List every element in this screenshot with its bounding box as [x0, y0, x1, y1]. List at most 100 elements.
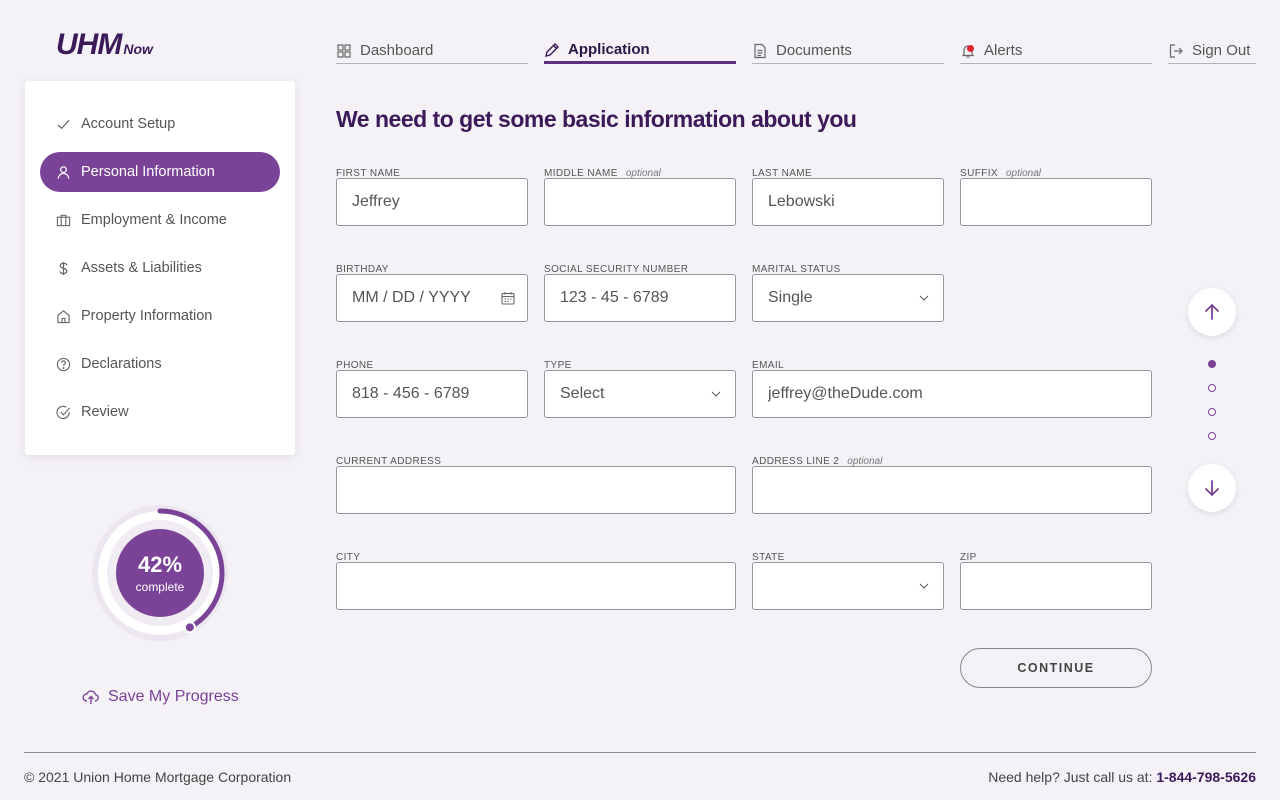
sidebar-item-property-information[interactable]: Property Information — [40, 296, 280, 336]
email-input[interactable]: jeffrey@theDude.com — [752, 370, 1152, 418]
ssn-label-text: SOCIAL SECURITY NUMBER — [544, 263, 689, 275]
question-circle-icon — [56, 357, 71, 371]
ssn-input[interactable]: 123 - 45 - 6789 — [544, 274, 736, 322]
first-name-value: Jeffrey — [352, 193, 400, 210]
optional-tag: optional — [847, 455, 883, 467]
address-line2-input[interactable] — [752, 466, 1152, 514]
sidebar-item-employment-income[interactable]: Employment & Income — [40, 200, 280, 240]
ssn-field: SOCIAL SECURITY NUMBER 123 - 45 - 6789 — [544, 262, 736, 328]
section-dot-2[interactable] — [1208, 384, 1216, 392]
current-address-field: CURRENT ADDRESS — [336, 454, 736, 520]
sidebar-item-label: Account Setup — [81, 116, 176, 132]
first-name-label-text: FIRST NAME — [336, 167, 401, 179]
calendar-icon[interactable] — [501, 291, 515, 305]
continue-button[interactable]: CONTINUE — [960, 648, 1152, 688]
save-progress-label: Save My Progress — [108, 688, 239, 705]
address-line2-label-text: ADDRESS LINE 2 — [752, 455, 840, 467]
birthday-field: BIRTHDAY MM / DD / YYYY — [336, 262, 528, 328]
arrow-up-icon — [1205, 303, 1219, 320]
page-title: We need to get some basic information ab… — [336, 106, 857, 132]
phone-type-field: TYPE Select — [544, 358, 736, 424]
sidebar-item-label: Personal Information — [81, 164, 215, 180]
state-field: STATE — [752, 550, 944, 616]
nav-dashboard-label: Dashboard — [360, 42, 434, 59]
logo-main: UHM — [56, 28, 122, 61]
email-value: jeffrey@theDude.com — [768, 385, 923, 402]
section-dot-4[interactable] — [1208, 432, 1216, 440]
sidebar-item-review[interactable]: Review — [40, 392, 280, 432]
house-icon — [57, 309, 70, 323]
suffix-input[interactable] — [960, 178, 1152, 226]
city-label-text: CITY — [336, 551, 361, 563]
sidebar-item-label: Assets & Liabilities — [81, 260, 202, 276]
sidebar-item-label: Declarations — [81, 356, 162, 372]
nav-dashboard[interactable]: Dashboard — [336, 38, 528, 64]
sidebar-item-label: Review — [81, 404, 129, 420]
phone-input[interactable]: 818 - 456 - 6789 — [336, 370, 528, 418]
optional-tag: optional — [625, 167, 661, 179]
logo-sub: Now — [123, 41, 153, 57]
sidebar-item-label: Property Information — [81, 308, 213, 324]
sidebar-item-label: Employment & Income — [81, 212, 227, 228]
footer-help-text: Need help? Just call us at: — [988, 769, 1153, 785]
section-dot-1[interactable] — [1208, 360, 1216, 368]
zip-label-text: ZIP — [960, 551, 977, 563]
middle-name-input[interactable] — [544, 178, 736, 226]
chevron-down-icon — [919, 295, 929, 301]
last-name-label-text: LAST NAME — [752, 167, 813, 179]
check-circle-icon — [56, 405, 71, 419]
uhm-now-logo[interactable]: UHM Now — [56, 28, 153, 62]
sidebar-item-declarations[interactable]: Declarations — [40, 344, 280, 384]
alert-badge-dot — [967, 44, 974, 52]
nav-application-label: Application — [568, 41, 650, 58]
email-label-text: EMAIL — [752, 359, 785, 371]
person-icon — [57, 165, 70, 179]
chevron-down-icon — [919, 583, 929, 589]
current-address-label-text: CURRENT ADDRESS — [336, 455, 442, 467]
birthday-label-text: BIRTHDAY — [336, 263, 389, 275]
phone-type-label-text: TYPE — [544, 359, 572, 371]
current-address-input[interactable] — [336, 466, 736, 514]
state-select[interactable] — [752, 562, 944, 610]
zip-input[interactable] — [960, 562, 1152, 610]
checkmark-icon — [57, 119, 70, 129]
bell-icon-wrap — [960, 43, 976, 59]
phone-placeholder: 818 - 456 - 6789 — [352, 385, 470, 402]
footer-copyright: © 2021 Union Home Mortgage Corporation — [24, 769, 292, 785]
marital-status-value: Single — [768, 289, 813, 306]
dollar-icon — [59, 261, 68, 275]
footer-help: Need help? Just call us at: 1-844-798-56… — [988, 769, 1256, 785]
birthday-input[interactable]: MM / DD / YYYY — [336, 274, 528, 322]
suffix-field: SUFFIX optional — [960, 166, 1152, 232]
save-progress-link[interactable]: Save My Progress — [82, 688, 239, 706]
sidebar-item-account-setup[interactable]: Account Setup — [40, 104, 280, 144]
sign-out-icon — [1169, 43, 1183, 58]
grid-icon — [337, 43, 351, 58]
suffix-label-text: SUFFIX — [960, 167, 998, 179]
scroll-up-button[interactable] — [1188, 288, 1236, 336]
scroll-down-button[interactable] — [1188, 464, 1236, 512]
nav-documents[interactable]: Documents — [752, 38, 944, 64]
nav-sign-out[interactable]: Sign Out — [1168, 38, 1256, 64]
nav-documents-label: Documents — [776, 42, 852, 59]
sidebar-item-assets-liabilities[interactable]: Assets & Liabilities — [40, 248, 280, 288]
marital-status-select[interactable]: Single — [752, 274, 944, 322]
nav-sign-out-label: Sign Out — [1192, 42, 1251, 59]
first-name-input[interactable]: Jeffrey — [336, 178, 528, 226]
nav-application[interactable]: Application — [544, 38, 736, 64]
marital-status-field: MARITAL STATUS Single — [752, 262, 944, 328]
progress-percent: 42% — [137, 552, 183, 577]
middle-name-field: MIDDLE NAME optional — [544, 166, 736, 232]
last-name-input[interactable]: Lebowski — [752, 178, 944, 226]
section-dot-3[interactable] — [1208, 408, 1216, 416]
application-steps-sidebar: Account Setup Personal Information Emplo… — [25, 81, 295, 455]
footer-phone-link[interactable]: 1-844-798-5626 — [1156, 769, 1256, 785]
sidebar-item-personal-information[interactable]: Personal Information — [40, 152, 280, 192]
briefcase-icon — [56, 214, 71, 226]
city-input[interactable] — [336, 562, 736, 610]
optional-tag: optional — [1005, 167, 1041, 179]
ssn-placeholder: 123 - 45 - 6789 — [560, 289, 669, 306]
nav-alerts[interactable]: Alerts — [960, 38, 1152, 64]
phone-type-select[interactable]: Select — [544, 370, 736, 418]
address-line2-field: ADDRESS LINE 2 optional — [752, 454, 1152, 520]
